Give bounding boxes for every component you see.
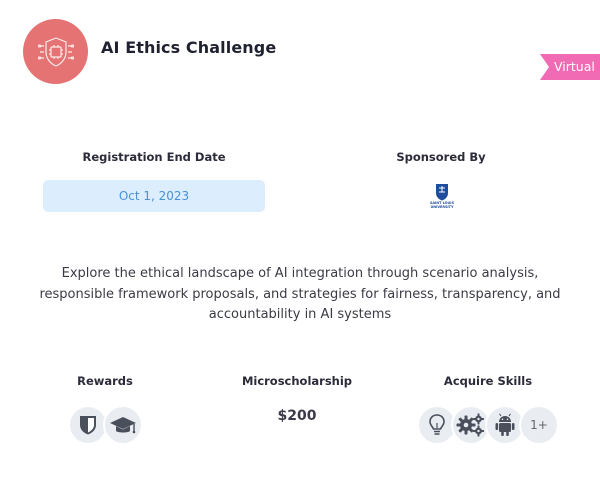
challenge-description: Explore the ethical landscape of AI inte… [39,266,561,322]
rewards-label: Rewards [77,374,133,388]
registration-end-date: Oct 1, 2023 [43,180,265,212]
gears-icon [456,413,484,437]
reward-scholarship[interactable] [103,405,143,445]
ai-chip-icon [37,36,74,67]
reward-badge[interactable] [68,405,108,445]
acquire-skills-label: Acquire Skills [443,374,533,388]
challenge-logo [23,19,88,84]
graduation-cap-icon [110,417,136,434]
challenge-title[interactable]: AI Ethics Challenge [101,38,276,57]
challenge-card[interactable]: AI Ethics Challenge Virtual Registration… [0,0,600,496]
more-skills-count: 1+ [530,418,548,432]
lightbulb-icon [429,414,445,435]
more-skills-button[interactable]: 1+ [519,405,559,445]
android-icon [495,413,515,436]
university-crest-icon [436,184,448,201]
sponsor-name: SAINT LOUIS UNIVERSITY [429,201,455,209]
sponsored-by-label: Sponsored By [396,150,486,164]
microscholarship-label: Microscholarship [241,374,353,388]
sponsor-logo[interactable]: SAINT LOUIS UNIVERSITY [425,183,459,219]
registration-end-label: Registration End Date [82,150,226,164]
shield-badge-icon [80,416,96,435]
microscholarship-amount: $200 [277,408,317,424]
virtual-badge: Virtual [540,54,600,80]
